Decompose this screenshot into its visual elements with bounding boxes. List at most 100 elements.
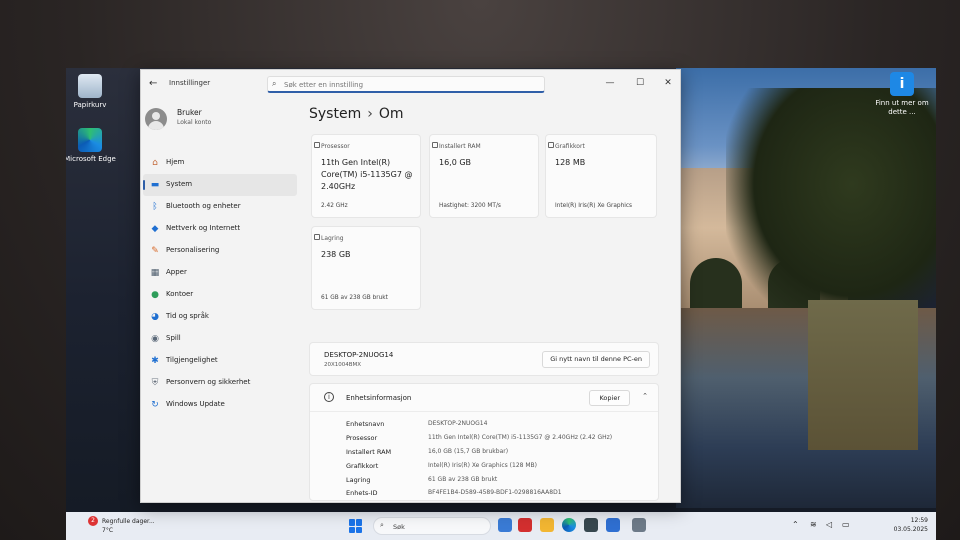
gpu-icon <box>548 142 554 148</box>
sidebar-item-accessibility[interactable]: ✱ Tilgjengelighet <box>143 350 297 372</box>
volume-icon[interactable]: ◁ <box>826 520 832 529</box>
sidebar-item-label: Nettverk og Internett <box>166 224 241 232</box>
globe-clock-icon: ◕ <box>151 312 159 322</box>
card-value: 128 MB <box>555 158 586 167</box>
settings-search-input[interactable] <box>284 78 538 91</box>
ram-card: Installert RAM 16,0 GB Hastighet: 3200 M… <box>429 134 539 218</box>
weather-text: Regnfulle dager... <box>102 518 155 525</box>
brush-icon: ✎ <box>151 246 159 256</box>
settings-search: ⌕ <box>267 76 545 93</box>
sidebar-item-accounts[interactable]: ● Kontoer <box>143 284 297 306</box>
memory-icon <box>432 142 438 148</box>
sidebar-item-label: Kontoer <box>166 290 194 298</box>
search-icon: ⌕ <box>380 521 384 529</box>
device-info-header[interactable]: i Enhetsinformasjon Kopier ⌃ <box>310 384 658 412</box>
sidebar-item-label: Tid og språk <box>166 312 209 320</box>
main-content: System › Om Prosessor 11th Gen Intel(R) Co… <box>309 100 675 501</box>
battery-icon[interactable]: ▭ <box>842 520 850 529</box>
sidebar-item-home[interactable]: ⌂ Hjem <box>143 152 297 174</box>
user-profile[interactable]: Bruker Lokal konto <box>145 106 295 136</box>
spec-value: DESKTOP-2NUOG14 <box>428 420 488 427</box>
minimize-button[interactable]: — <box>602 76 618 90</box>
desktop-icon-label: Microsoft Edge <box>66 155 116 163</box>
sidebar-item-label: Personalisering <box>166 246 220 254</box>
sidebar-item-privacy[interactable]: ⛨ Personvern og sikkerhet <box>143 372 297 394</box>
card-foot: 61 GB av 238 GB brukt <box>321 295 388 301</box>
chevron-up-icon[interactable]: ⌃ <box>792 520 799 529</box>
store-icon[interactable] <box>584 518 598 532</box>
spec-key: Grafikkort <box>346 462 379 470</box>
card-value: 16,0 GB <box>439 158 472 167</box>
avatar <box>145 108 167 130</box>
card-foot: Intel(R) Iris(R) Xe Graphics <box>555 203 633 209</box>
mail-icon[interactable] <box>606 518 620 532</box>
spec-key: Prosessor <box>346 434 378 442</box>
wallpaper-stone-wall <box>808 300 918 450</box>
sidebar-item-gaming[interactable]: ◉ Spill <box>143 328 297 350</box>
rename-pc-button[interactable]: Gi nytt navn til denne PC-en <box>542 351 650 368</box>
title-bar: ← Innstillinger ⌕ — ☐ ✕ <box>141 70 680 98</box>
spec-row: Installert RAM 16,0 GB (15,7 GB brukbar) <box>346 448 646 461</box>
spec-value: BF4FE1B4-D589-4589-BDF1-0298816AA8D1 <box>428 489 562 496</box>
wifi-icon: ◆ <box>151 224 159 234</box>
sidebar-item-windows-update[interactable]: ↻ Windows Update <box>143 394 297 416</box>
settings-window: ← Innstillinger ⌕ — ☐ ✕ Bruker Lokal kon… <box>140 69 681 503</box>
desktop-icon-learn-more[interactable]: i Finn ut mer om dette ... <box>872 72 932 117</box>
spec-key: Installert RAM <box>346 448 392 456</box>
sidebar-item-label: Bluetooth og enheter <box>166 202 241 210</box>
breadcrumb-parent[interactable]: System <box>309 106 361 122</box>
card-foot: 2.42 GHz <box>321 203 348 209</box>
start-icon[interactable] <box>349 519 363 533</box>
maximize-button[interactable]: ☐ <box>632 76 648 90</box>
info-icon: i <box>324 392 334 402</box>
spec-value: Intel(R) Iris(R) Xe Graphics (128 MB) <box>428 462 538 469</box>
taskbar-search-label: Søk <box>393 523 405 531</box>
home-icon: ⌂ <box>152 158 158 168</box>
clock-time: 12:59 <box>910 517 928 524</box>
card-label: Lagring <box>321 235 344 242</box>
shield-icon: ⛨ <box>151 378 159 388</box>
sidebar-item-time-language[interactable]: ◕ Tid og språk <box>143 306 297 328</box>
sidebar-item-label: Apper <box>166 268 187 276</box>
sidebar-item-label: System <box>166 180 193 188</box>
accessibility-icon: ✱ <box>151 356 159 366</box>
device-info-panel: i Enhetsinformasjon Kopier ⌃ Enhetsnavn … <box>309 383 659 501</box>
file-explorer-icon[interactable] <box>540 518 554 532</box>
app-l-icon[interactable] <box>518 518 532 532</box>
taskbar-search[interactable]: ⌕ Søk <box>373 517 491 535</box>
clock[interactable]: 12:59 03.05.2025 <box>894 516 928 534</box>
sidebar-item-bluetooth[interactable]: ᛒ Bluetooth og enheter <box>143 196 297 218</box>
card-label: Installert RAM <box>439 143 481 150</box>
sidebar-item-apps[interactable]: ▦ Apper <box>143 262 297 284</box>
notification-badge: 2 <box>88 516 98 526</box>
edge-icon <box>78 128 102 152</box>
sidebar-item-network[interactable]: ◆ Nettverk og Internett <box>143 218 297 240</box>
copy-button[interactable]: Kopier <box>589 390 630 406</box>
card-foot: Hastighet: 3200 MT/s <box>439 203 501 209</box>
update-icon: ↻ <box>151 400 159 410</box>
device-info-title: Enhetsinformasjon <box>346 394 412 402</box>
desktop-icon-label: Finn ut mer om dette ... <box>875 99 929 116</box>
desktop-icon-recycle-bin[interactable]: Papirkurv <box>66 74 120 110</box>
nav-list: ⌂ Hjem ▬ System ᛒ Bluetooth og enheter ◆… <box>141 152 299 416</box>
breadcrumb-separator: › <box>367 106 373 122</box>
edge-taskbar-icon[interactable] <box>562 518 576 532</box>
sidebar-item-system[interactable]: ▬ System <box>143 174 297 196</box>
processor-icon <box>314 142 320 148</box>
sidebar-item-label: Hjem <box>166 158 185 166</box>
desktop-icon-edge[interactable]: Microsoft Edge <box>66 128 120 164</box>
close-button[interactable]: ✕ <box>660 76 676 90</box>
weather-widget[interactable]: 2 Regnfulle dager... 7°C <box>88 516 178 536</box>
settings-taskbar-icon[interactable] <box>632 518 646 532</box>
wifi-icon[interactable]: ≋ <box>810 520 817 529</box>
back-arrow-icon[interactable]: ← <box>149 78 161 90</box>
sidebar-item-label: Windows Update <box>166 400 225 408</box>
sidebar-item-label: Personvern og sikkerhet <box>166 378 251 386</box>
task-view-icon[interactable] <box>498 518 512 532</box>
breadcrumb: System › Om <box>309 106 404 122</box>
chevron-up-icon[interactable]: ⌃ <box>642 392 648 400</box>
spec-row: Enhetsnavn DESKTOP-2NUOG14 <box>346 420 646 433</box>
spec-key: Lagring <box>346 476 371 484</box>
spec-key: Enhetsnavn <box>346 420 385 428</box>
sidebar-item-personalization[interactable]: ✎ Personalisering <box>143 240 297 262</box>
